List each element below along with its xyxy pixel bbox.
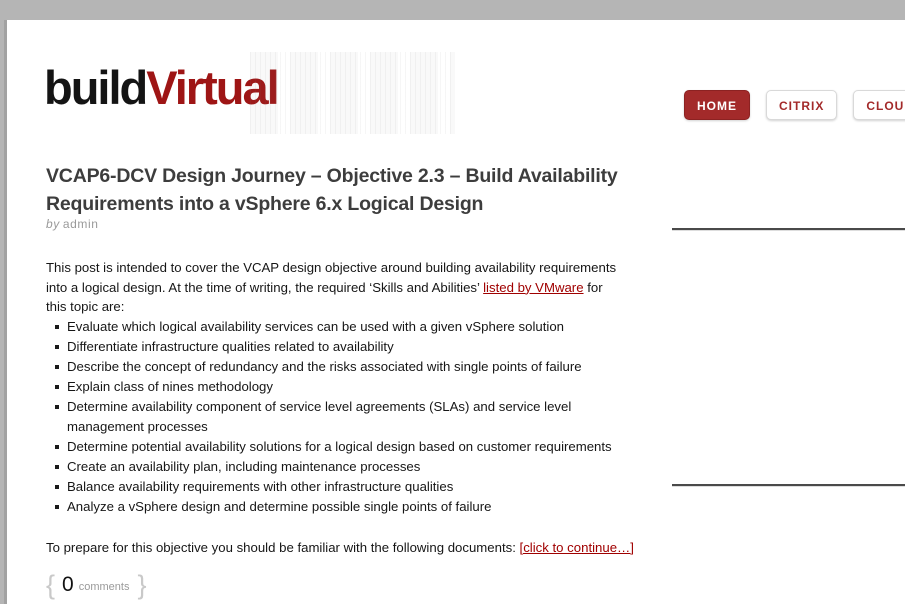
skills-list-item: Balance availability requirements with o…: [46, 477, 624, 497]
skills-list-item: Describe the concept of redundancy and t…: [46, 357, 624, 377]
comments-close-brace: }: [137, 570, 147, 600]
skills-list-item: Determine potential availability solutio…: [46, 437, 624, 457]
main-navigation: HOME CITRIX CLOUD: [684, 90, 905, 120]
comments-count: 0: [62, 573, 74, 596]
post-intro-paragraph: This post is intended to cover the VCAP …: [46, 258, 624, 317]
nav-item-cloud[interactable]: CLOUD: [853, 90, 905, 120]
nav-item-home[interactable]: HOME: [684, 90, 750, 120]
post-title: VCAP6-DCV Design Journey – Objective 2.3…: [46, 165, 618, 215]
skills-list-item: Differentiate infrastructure qualities r…: [46, 337, 624, 357]
header-watermark: [250, 52, 455, 134]
skills-list-item: Evaluate which logical availability serv…: [46, 317, 624, 337]
listed-by-vmware-link[interactable]: listed by VMware: [483, 280, 583, 295]
skills-list: Evaluate which logical availability serv…: [46, 317, 624, 517]
nav-item-citrix[interactable]: CITRIX: [766, 90, 838, 120]
sidebar-divider-top: [672, 228, 905, 230]
site-logo-text-build: build: [44, 61, 148, 114]
click-to-continue-link[interactable]: [click to continue…]: [520, 540, 634, 555]
comments-open-brace: {: [46, 570, 56, 600]
skills-list-item: Determine availability component of serv…: [46, 397, 624, 437]
sidebar-divider-bottom: [672, 484, 905, 486]
page-canvas: buildVirtual HOME CITRIX CLOUD VCAP6-DCV…: [4, 20, 905, 604]
post-author: admin: [62, 217, 99, 231]
post-outro-paragraph: To prepare for this objective you should…: [46, 538, 646, 558]
byline-prefix: by: [46, 217, 60, 231]
post-byline: by admin: [46, 217, 99, 231]
comments-badge[interactable]: { 0 comments }: [46, 570, 147, 600]
skills-list-item: Analyze a vSphere design and determine p…: [46, 497, 624, 517]
outro-text: To prepare for this objective you should…: [46, 540, 520, 555]
skills-list-item: Create an availability plan, including m…: [46, 457, 624, 477]
comments-label: comments: [78, 581, 130, 593]
site-logo[interactable]: buildVirtual: [44, 58, 280, 118]
skills-list-item: Explain class of nines methodology: [46, 377, 624, 397]
browser-viewport: buildVirtual HOME CITRIX CLOUD VCAP6-DCV…: [0, 0, 905, 604]
